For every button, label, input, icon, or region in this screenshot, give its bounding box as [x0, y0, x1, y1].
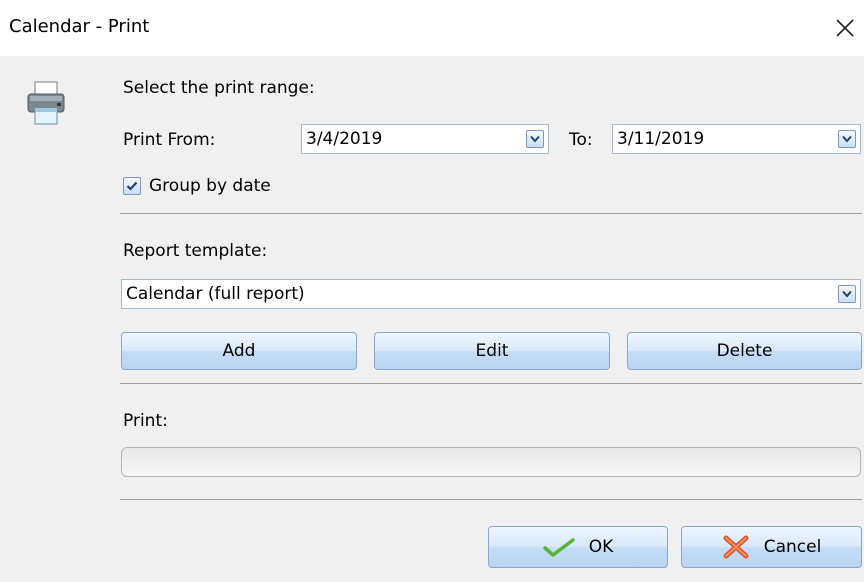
cancel-label: Cancel: [763, 537, 822, 557]
to-label: To:: [569, 130, 593, 150]
print-from-dropdown-button[interactable]: [526, 130, 544, 148]
divider: [120, 499, 862, 500]
print-from-value: 3/4/2019: [306, 129, 383, 149]
window-title: Calendar - Print: [9, 16, 150, 37]
add-template-button[interactable]: Add: [121, 332, 357, 370]
report-template-value: Calendar (full report): [126, 284, 305, 304]
close-icon: [836, 19, 854, 37]
report-template-dropdown[interactable]: Calendar (full report): [121, 279, 861, 309]
ok-button[interactable]: OK: [488, 526, 668, 568]
green-checkmark-icon: [542, 538, 575, 557]
divider: [120, 383, 862, 384]
divider: [120, 213, 862, 214]
delete-template-button[interactable]: Delete: [627, 332, 862, 370]
print-to-dropdown[interactable]: 3/11/2019: [612, 124, 861, 154]
print-from-dropdown[interactable]: 3/4/2019: [301, 124, 549, 154]
report-template-dropdown-button[interactable]: [838, 285, 856, 303]
chevron-down-icon: [842, 135, 852, 143]
edit-template-button[interactable]: Edit: [374, 332, 610, 370]
report-template-label: Report template:: [123, 241, 268, 261]
print-to-dropdown-button[interactable]: [838, 130, 856, 148]
red-x-icon: [723, 535, 749, 559]
print-to-value: 3/11/2019: [617, 129, 705, 149]
checkmark-icon: [126, 181, 138, 191]
print-from-label: Print From:: [123, 130, 216, 150]
cancel-button[interactable]: Cancel: [681, 526, 862, 568]
print-dialog: Calendar - Print Select the print range:…: [0, 0, 864, 582]
ok-label: OK: [588, 537, 614, 557]
print-progress-bar: [121, 447, 861, 477]
print-range-heading: Select the print range:: [123, 78, 315, 98]
chevron-down-icon: [842, 290, 852, 298]
print-label: Print:: [123, 411, 168, 431]
close-button[interactable]: [826, 8, 864, 48]
title-bar: Calendar - Print: [0, 0, 864, 56]
group-by-date-label[interactable]: Group by date: [149, 176, 271, 196]
printer-icon: [27, 81, 65, 125]
group-by-date-checkbox[interactable]: [123, 177, 141, 195]
chevron-down-icon: [530, 135, 540, 143]
